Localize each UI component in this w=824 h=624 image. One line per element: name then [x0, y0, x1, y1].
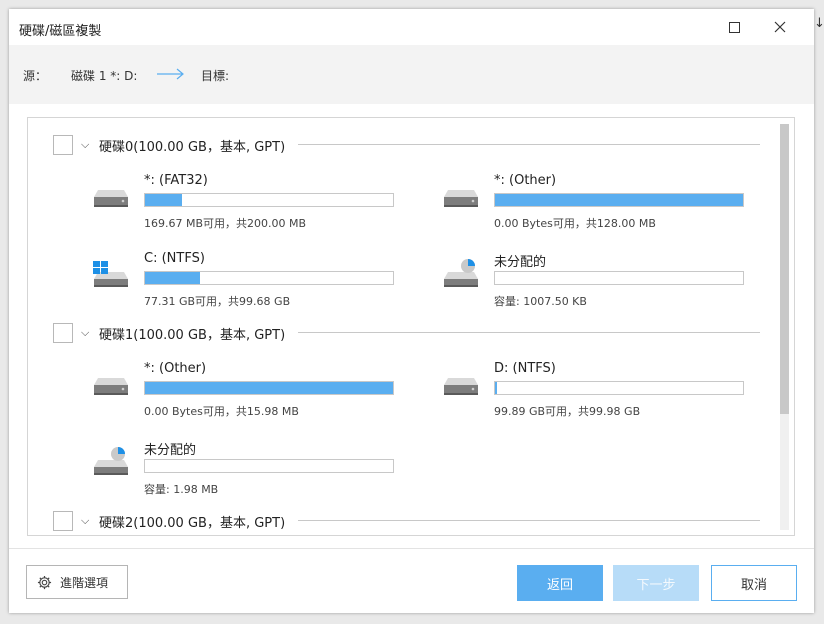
partition-info: 0.00 Bytes可用，共15.98 MB [144, 405, 299, 418]
down-arrow-icon: ↓ [814, 16, 824, 31]
target-label: 目標: [201, 69, 230, 83]
unallocated-icon [444, 259, 478, 287]
unallocated-icon [94, 447, 128, 475]
usage-bar [144, 459, 394, 473]
partition-info: 169.67 MB可用，共200.00 MB [144, 217, 307, 230]
partition-name: C: (NTFS) [144, 251, 205, 266]
partition-info: 0.00 Bytes可用，共128.00 MB [494, 217, 656, 230]
window-title: 硬碟/磁區複製 [19, 24, 102, 39]
usage-bar [494, 271, 744, 285]
partition-item[interactable]: D: (NTFS) 99.89 GB可用，共99.98 GB [440, 361, 770, 421]
close-icon [774, 21, 786, 33]
source-value: 磁碟 1 *: D: [71, 69, 138, 83]
maximize-button[interactable] [711, 9, 757, 45]
partition-info: 77.31 GB可用，共99.68 GB [144, 295, 291, 308]
usage-bar [144, 271, 394, 285]
partition-info: 容量: 1007.50 KB [494, 295, 587, 308]
partition-name: *: (Other) [494, 173, 557, 188]
drive-icon [94, 190, 128, 207]
partition-item[interactable]: 未分配的 容量: 1007.50 KB [440, 251, 770, 311]
drive-icon [444, 190, 478, 207]
divider [298, 144, 760, 145]
partition-item[interactable]: 未分配的 容量: 1.98 MB [90, 439, 420, 499]
scrollbar[interactable] [780, 124, 789, 530]
divider [298, 520, 760, 521]
usage-fill [495, 382, 498, 394]
chevron-down-icon[interactable]: ⌵ [81, 326, 91, 340]
clone-route: 源： 磁碟 1 *: D: 目標: [9, 45, 814, 104]
partition-item[interactable]: C: (NTFS) 77.31 GB可用，共99.68 GB [90, 251, 420, 311]
cancel-button[interactable]: 取消 [711, 565, 797, 601]
next-button[interactable]: 下一步 [613, 565, 699, 601]
chevron-down-icon[interactable]: ⌵ [81, 138, 91, 152]
usage-fill [145, 272, 200, 284]
usage-fill [145, 194, 183, 206]
footer-divider [9, 548, 814, 549]
scrollbar-thumb[interactable] [780, 124, 789, 414]
back-button[interactable]: 返回 [517, 565, 603, 601]
usage-bar [494, 381, 744, 395]
drive-icon [444, 378, 478, 395]
usage-bar [144, 381, 394, 395]
disk-header[interactable]: ⌵ 硬碟0(100.00 GB，基本, GPT) [53, 135, 285, 155]
advanced-options-label: 進階選項 [60, 575, 109, 590]
disk-checkbox[interactable] [53, 135, 73, 155]
gear-icon [37, 575, 52, 589]
close-button[interactable] [757, 9, 803, 45]
disk-label: 硬碟0(100.00 GB，基本, GPT) [99, 139, 286, 155]
divider [298, 332, 760, 333]
advanced-options-button[interactable]: 進階選項 [26, 565, 128, 599]
chevron-down-icon[interactable]: ⌵ [81, 514, 91, 528]
partition-item[interactable]: *: (FAT32) 169.67 MB可用，共200.00 MB [90, 173, 420, 233]
usage-bar [494, 193, 744, 207]
partition-name: *: (FAT32) [144, 173, 208, 188]
usage-fill [145, 382, 393, 394]
partition-name: 未分配的 [494, 255, 547, 270]
source-label: 源： [23, 69, 48, 83]
maximize-icon [728, 21, 740, 33]
disk-list-panel[interactable]: ⌵ 硬碟0(100.00 GB，基本, GPT) *: (FAT32) 169.… [27, 117, 795, 536]
drive-icon [94, 378, 128, 395]
partition-name: 未分配的 [144, 443, 197, 458]
disk-header[interactable]: ⌵ 硬碟2(100.00 GB，基本, GPT) [53, 511, 285, 531]
partition-item[interactable]: *: (Other) 0.00 Bytes可用，共128.00 MB [440, 173, 770, 233]
disk-label: 硬碟2(100.00 GB，基本, GPT) [99, 515, 286, 531]
title-bar: 硬碟/磁區複製 [9, 9, 814, 45]
usage-bar [144, 193, 394, 207]
usage-fill [495, 194, 743, 206]
disk-checkbox[interactable] [53, 511, 73, 531]
partition-info: 容量: 1.98 MB [144, 483, 219, 496]
partition-name: *: (Other) [144, 361, 207, 376]
partition-name: D: (NTFS) [494, 361, 556, 376]
disk-clone-dialog: 硬碟/磁區複製 源： 磁碟 1 *: D: 目標: ⌵ 硬碟0(100.00 G… [9, 9, 814, 613]
partition-item[interactable]: *: (Other) 0.00 Bytes可用，共15.98 MB [90, 361, 420, 421]
disk-header[interactable]: ⌵ 硬碟1(100.00 GB，基本, GPT) [53, 323, 285, 343]
windows-drive-icon [93, 261, 128, 287]
partition-info: 99.89 GB可用，共99.98 GB [494, 405, 641, 418]
disk-label: 硬碟1(100.00 GB，基本, GPT) [99, 327, 286, 343]
disk-checkbox[interactable] [53, 323, 73, 343]
right-arrow-icon [157, 68, 184, 80]
